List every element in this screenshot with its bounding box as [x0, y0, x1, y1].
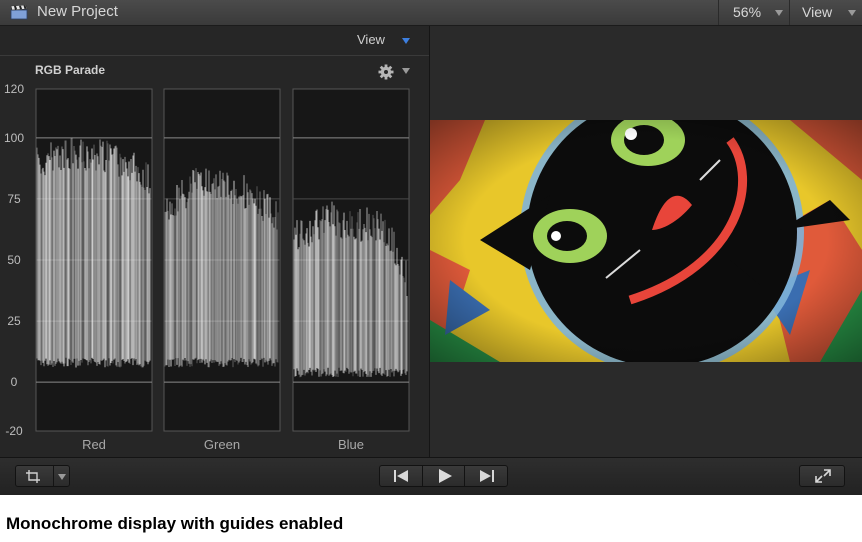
y-tick-label: 0 — [11, 375, 18, 389]
play-button[interactable] — [422, 465, 465, 487]
y-tick-label: 100 — [4, 131, 24, 145]
skip-forward-icon — [480, 470, 494, 482]
zoom-chevron-icon[interactable] — [775, 10, 783, 16]
y-tick-label: 120 — [4, 83, 24, 96]
play-icon — [439, 469, 452, 483]
crop-button[interactable] — [15, 465, 70, 487]
scope-panel-green: Green — [163, 88, 281, 452]
skip-back-icon — [394, 470, 408, 482]
zoom-menu[interactable]: 56% — [733, 4, 761, 20]
channel-label: Green — [204, 437, 240, 452]
view-chevron-icon[interactable] — [848, 10, 856, 16]
fullscreen-icon — [815, 469, 831, 483]
scope-view-menu[interactable]: View — [357, 32, 385, 47]
channel-label: Red — [82, 437, 106, 452]
crop-chevron-icon[interactable] — [58, 474, 66, 480]
bottom-toolbar — [0, 457, 862, 495]
gear-icon[interactable] — [378, 64, 394, 80]
channel-label: Blue — [338, 437, 364, 452]
app-window: New Project 56% View View RGB Parade 120… — [0, 0, 862, 495]
y-tick-label: 75 — [7, 192, 21, 206]
scope-title: RGB Parade — [35, 63, 106, 77]
divider — [718, 0, 719, 25]
y-tick-label: 50 — [7, 253, 21, 267]
scope-panel-red: Red — [35, 88, 153, 452]
scope-view-chevron-icon[interactable] — [402, 38, 410, 44]
scope-panel-blue: Blue — [292, 88, 410, 452]
viewer — [430, 26, 862, 457]
divider — [789, 0, 790, 25]
viewer-view-menu[interactable]: View — [802, 4, 832, 20]
video-frame — [430, 120, 862, 362]
y-tick-label: -20 — [5, 424, 23, 438]
figure-caption: Monochrome display with guides enabled — [6, 514, 344, 533]
previous-edit-button[interactable] — [379, 465, 423, 487]
title-bar: New Project 56% View — [0, 0, 862, 26]
divider — [53, 466, 54, 486]
fullscreen-button[interactable] — [799, 465, 845, 487]
y-tick-label: 25 — [7, 314, 21, 328]
video-scope-panel: View RGB Parade 120 100 75 50 25 0 -20 Red Gree… — [0, 26, 430, 457]
window-title: New Project — [37, 3, 118, 20]
scope-settings-chevron-icon[interactable] — [402, 68, 410, 74]
clapper-icon — [10, 5, 28, 20]
rgb-parade-scope: 120 100 75 50 25 0 -20 Red Green Blue — [4, 83, 410, 452]
scope-header: View — [0, 26, 429, 56]
next-edit-button[interactable] — [464, 465, 508, 487]
crop-icon — [26, 470, 40, 483]
